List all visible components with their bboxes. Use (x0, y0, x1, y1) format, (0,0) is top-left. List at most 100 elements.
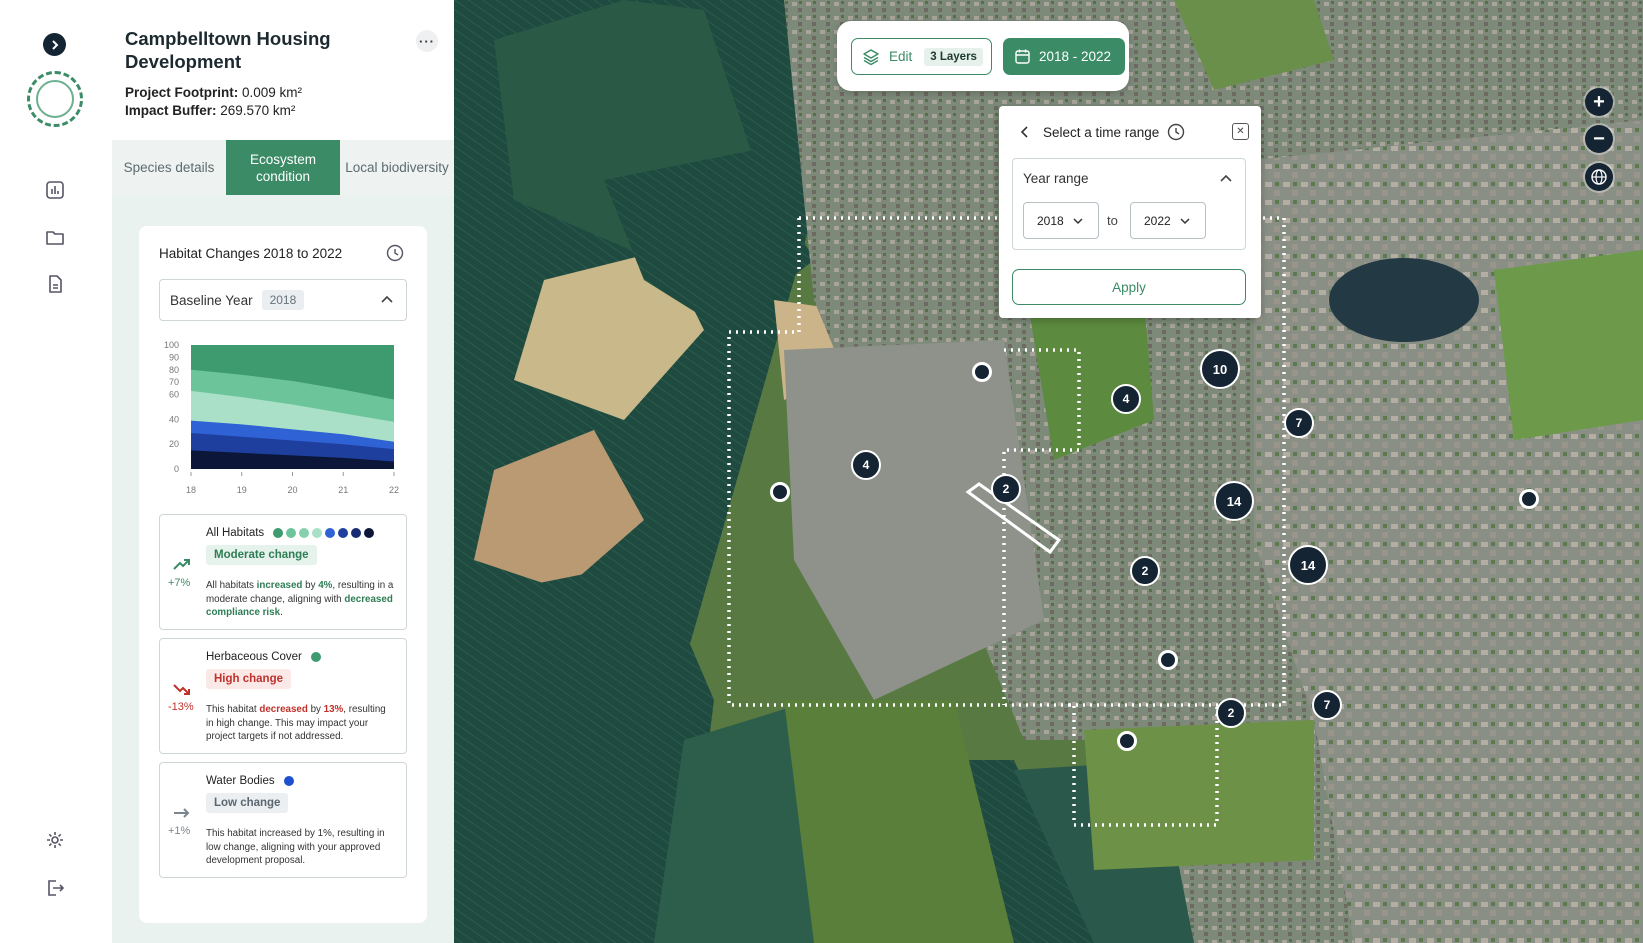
cluster-marker[interactable]: 7 (1284, 408, 1314, 438)
map-pin[interactable] (1519, 489, 1539, 509)
x-tick-label: 21 (338, 485, 348, 495)
y-tick-label: 40 (169, 414, 179, 424)
habitat-changes-card: Habitat Changes 2018 to 2022 Baseline Ye… (139, 226, 427, 923)
tab-ecosystem-condition[interactable]: Ecosystem condition (226, 140, 340, 195)
history-clock-icon[interactable] (386, 244, 404, 262)
year-range-label: Year range (1023, 171, 1089, 186)
legend-dot (273, 528, 284, 538)
cluster-marker[interactable]: 4 (1111, 384, 1141, 414)
chevron-down-icon (1073, 217, 1083, 224)
more-options-button[interactable]: ··· (416, 30, 438, 52)
footprint-label: Project Footprint: (125, 85, 239, 100)
popover-header: Select a time range ✕ (1015, 122, 1249, 142)
buffer-label: Impact Buffer: (125, 103, 217, 118)
trend-down-icon (173, 684, 190, 695)
habitat-name: All Habitats (206, 527, 265, 539)
cluster-marker[interactable]: 4 (851, 450, 881, 480)
legend-dot (286, 528, 297, 538)
cluster-marker[interactable]: 2 (1216, 698, 1246, 728)
baseline-label: Baseline Year (170, 292, 253, 308)
from-year-value: 2018 (1037, 213, 1064, 228)
logout-icon[interactable] (44, 877, 66, 899)
cluster-marker[interactable]: 14 (1288, 545, 1328, 585)
cluster-marker[interactable]: 7 (1312, 690, 1342, 720)
habitat-legend-dots (283, 776, 294, 786)
date-range-button[interactable]: 2018 - 2022 (1003, 38, 1125, 75)
map-pin[interactable] (770, 482, 790, 502)
zoom-in-button[interactable]: + (1585, 88, 1613, 116)
map-pin[interactable] (1158, 650, 1178, 670)
description-part: by (302, 580, 319, 591)
habitat-description: This habitat increased by 1%, resulting … (206, 827, 396, 868)
chevron-right-icon (51, 39, 58, 50)
cluster-marker[interactable]: 2 (991, 474, 1021, 504)
y-tick-label: 20 (169, 439, 179, 449)
description-part: This habitat (206, 704, 260, 715)
project-title: Campbelltown Housing Development (125, 28, 331, 72)
date-range-label: 2018 - 2022 (1039, 49, 1112, 64)
chevron-up-icon (381, 295, 393, 303)
legend-dot (283, 776, 294, 786)
time-range-popover: Select a time range ✕ Year range 2018 to… (999, 106, 1261, 318)
apply-button[interactable]: Apply (1012, 269, 1246, 305)
baseline-year-select[interactable]: Baseline Year 2018 (159, 279, 407, 321)
change-badge: High change (206, 669, 292, 689)
chart-icon[interactable] (44, 179, 66, 201)
habitat-card-water[interactable]: Water Bodies Low change +1% This habitat… (159, 762, 407, 878)
map-pin[interactable] (972, 362, 992, 382)
impact-buffer: Impact Buffer: 269.570 km² (125, 103, 295, 118)
x-tick-label: 18 (186, 485, 196, 495)
folder-icon[interactable] (44, 226, 66, 248)
habitat-legend-dots (273, 528, 375, 538)
habitat-card-all[interactable]: All Habitats Moderate change +7% All hab… (159, 514, 407, 630)
x-tick-label: 22 (389, 485, 399, 495)
document-icon[interactable] (44, 273, 66, 295)
habitat-area-chart: 100 90 80 70 60 40 20 0 18 19 20 21 22 (164, 340, 399, 495)
edit-layers-button[interactable]: Edit 3 Layers (851, 38, 992, 75)
habitat-legend-dots (310, 652, 321, 662)
map-view[interactable]: Edit 3 Layers 2018 - 2022 Select a time … (454, 0, 1643, 943)
edit-label: Edit (889, 49, 913, 64)
project-panel: Campbelltown Housing Development ··· Pro… (112, 0, 454, 943)
habitat-description: This habitat decreased by 13%, resulting… (206, 703, 396, 744)
zoom-out-button[interactable]: − (1585, 125, 1613, 153)
app-logo (27, 71, 83, 127)
layers-count: 3 Layers (924, 47, 983, 66)
y-tick-label: 80 (169, 365, 179, 375)
habitat-name-row: Water Bodies (206, 775, 294, 787)
habitat-name-row: All Habitats (206, 527, 375, 539)
chevron-left-icon[interactable] (1015, 125, 1035, 139)
chevron-up-icon[interactable] (1219, 172, 1233, 186)
habitat-card-herbaceous[interactable]: Herbaceous Cover High change -13% This h… (159, 638, 407, 754)
y-tick-label: 70 (169, 377, 179, 387)
footprint-value: 0.009 km² (242, 85, 303, 100)
cluster-marker[interactable]: 10 (1200, 349, 1240, 389)
map-pin[interactable] (1117, 731, 1137, 751)
legend-dot (310, 652, 321, 662)
to-label: to (1107, 213, 1118, 228)
habitat-name-row: Herbaceous Cover (206, 651, 321, 663)
legend-dot (325, 528, 336, 538)
expand-sidebar-button[interactable] (43, 33, 66, 56)
year-range-group: Year range 2018 to 2022 (1012, 158, 1246, 250)
tab-local-biodiversity[interactable]: Local biodiversity (340, 140, 454, 195)
from-year-select[interactable]: 2018 (1023, 202, 1099, 239)
layers-icon (863, 48, 879, 65)
globe-view-button[interactable] (1585, 163, 1613, 191)
description-part: . (280, 607, 283, 618)
description-part: 4% (318, 580, 333, 591)
close-icon[interactable]: ✕ (1232, 123, 1249, 140)
tab-species-details[interactable]: Species details (112, 140, 226, 195)
change-badge: Moderate change (206, 545, 317, 565)
settings-gear-icon[interactable] (44, 829, 66, 851)
baseline-year-pill: 2018 (261, 290, 305, 310)
chevron-down-icon (1180, 217, 1190, 224)
cluster-marker[interactable]: 2 (1130, 556, 1160, 586)
project-footprint: Project Footprint: 0.009 km² (125, 85, 302, 100)
legend-dot (338, 528, 349, 538)
cluster-marker[interactable]: 14 (1214, 481, 1254, 521)
description-part: increased (256, 580, 303, 591)
plus-icon: + (1593, 90, 1605, 113)
to-year-select[interactable]: 2022 (1130, 202, 1206, 239)
habitat-changes-title: Habitat Changes 2018 to 2022 (159, 246, 343, 261)
